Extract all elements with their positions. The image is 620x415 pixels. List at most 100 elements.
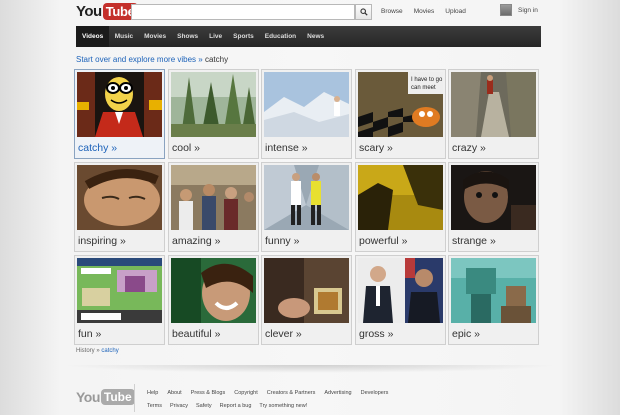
sign-in-link[interactable]: Sign in — [518, 7, 538, 14]
footer-links-row-2: Terms Privacy Safety Report a bug Try so… — [147, 403, 307, 409]
search-icon — [359, 8, 368, 16]
footer-link-developers[interactable]: Developers — [361, 390, 389, 396]
masthead: You Tube Browse Movies Upload Sign in — [0, 0, 620, 24]
dark-face-icon — [451, 165, 536, 230]
shadow-figure-icon — [358, 165, 443, 230]
footer-link-about[interactable]: About — [167, 390, 181, 396]
vibe-label-fun: fun » — [78, 328, 102, 340]
rocky-stairs-icon — [451, 72, 536, 137]
footer-link-terms[interactable]: Terms — [147, 403, 162, 409]
vibe-label-inspiring: inspiring » — [78, 235, 126, 247]
footer-youtube-logo[interactable]: You Tube — [76, 389, 135, 405]
footer-logo-tube-text: Tube — [100, 389, 135, 405]
snowy-mountain-icon — [264, 72, 349, 137]
thumbnail-cool — [171, 72, 256, 137]
footer-logo-you-text: You — [76, 389, 100, 405]
vibe-label-funny: funny » — [265, 235, 300, 247]
footer-divider — [60, 365, 560, 373]
thumbnail-intense — [264, 72, 349, 137]
vibe-label-cool: cool » — [172, 142, 201, 154]
upload-link[interactable]: Upload — [445, 8, 466, 15]
footer-link-report-bug[interactable]: Report a bug — [220, 403, 252, 409]
thumbnail-catchy — [77, 72, 162, 137]
vibe-tile-funny[interactable]: funny » — [261, 162, 352, 252]
vibe-tile-fun[interactable]: fun » — [74, 255, 165, 345]
tab-live[interactable]: Live — [204, 26, 228, 47]
vibe-label-catchy: catchy » — [78, 142, 118, 154]
face-closeup-icon — [77, 165, 162, 230]
vibe-tile-beautiful[interactable]: beautiful » — [168, 255, 259, 345]
footer-links-row-1: Help About Press & Blogs Copyright Creat… — [147, 390, 388, 396]
vibe-tile-gross[interactable]: gross » — [355, 255, 446, 345]
vibe-label-powerful: powerful » — [359, 235, 408, 247]
thumbnail-fun — [77, 258, 162, 323]
tab-news[interactable]: News — [302, 26, 330, 47]
vibe-label-clever: clever » — [265, 328, 302, 340]
tab-videos[interactable]: Videos — [76, 26, 110, 47]
footer-link-safety[interactable]: Safety — [196, 403, 212, 409]
pixel-game-icon — [77, 258, 162, 323]
thumbnail-powerful — [358, 165, 443, 230]
avatar[interactable] — [500, 4, 512, 16]
footer-link-privacy[interactable]: Privacy — [170, 403, 188, 409]
search-button[interactable] — [355, 4, 372, 20]
vibe-tile-scary[interactable]: I have to go can meet scary » — [355, 69, 446, 159]
breadcrumb-separator: » — [198, 55, 203, 64]
vibe-tile-powerful[interactable]: powerful » — [355, 162, 446, 252]
vibe-tile-intense[interactable]: intense » — [261, 69, 352, 159]
smiling-woman-icon — [171, 258, 256, 323]
movies-link[interactable]: Movies — [414, 8, 435, 15]
breadcrumb-current: catchy — [204, 55, 229, 64]
vibe-label-crazy: crazy » — [452, 142, 486, 154]
youtube-logo[interactable]: You Tube — [76, 2, 138, 20]
start-over-link[interactable]: Start over and explore more vibes — [76, 55, 196, 64]
svg-text:can meet: can meet — [411, 85, 436, 91]
vibe-tile-clever[interactable]: clever » — [261, 255, 352, 345]
vibe-tile-catchy[interactable]: catchy » — [74, 69, 165, 159]
history-separator: » — [96, 348, 100, 354]
footer-link-copyright[interactable]: Copyright — [234, 390, 258, 396]
vibe-tile-epic[interactable]: epic » — [448, 255, 539, 345]
search-input[interactable] — [131, 4, 355, 20]
footer-link-creators-partners[interactable]: Creators & Partners — [267, 390, 316, 396]
thumbnail-funny — [264, 165, 349, 230]
two-people-stage-icon — [264, 165, 349, 230]
breadcrumb: Start over and explore more vibes » catc… — [76, 55, 228, 64]
tab-education[interactable]: Education — [259, 26, 301, 47]
browse-link[interactable]: Browse — [381, 8, 403, 15]
footer-link-help[interactable]: Help — [147, 390, 158, 396]
blocky-figure-icon — [451, 258, 536, 323]
thumbnail-gross — [358, 258, 443, 323]
vibe-grid: catchy » cool » intense » I have to go c… — [74, 69, 540, 345]
footer-vertical-divider — [134, 384, 135, 412]
vibe-tile-strange[interactable]: strange » — [448, 162, 539, 252]
vibe-label-beautiful: beautiful » — [172, 328, 221, 340]
vibe-label-amazing: amazing » — [172, 235, 221, 247]
footer-link-advertising[interactable]: Advertising — [324, 390, 351, 396]
vibe-label-gross: gross » — [359, 328, 394, 340]
two-politicians-icon — [358, 258, 443, 323]
vibe-tile-cool[interactable]: cool » — [168, 69, 259, 159]
history-link[interactable]: History — [76, 348, 95, 354]
footer-link-press-blogs[interactable]: Press & Blogs — [191, 390, 226, 396]
tab-shows[interactable]: Shows — [172, 26, 204, 47]
hands-card-icon — [264, 258, 349, 323]
footer-link-try-something-new[interactable]: Try something new! — [259, 403, 307, 409]
thumbnail-amazing — [171, 165, 256, 230]
forest-trees-icon — [171, 72, 256, 137]
tab-sports[interactable]: Sports — [228, 26, 260, 47]
thumbnail-inspiring — [77, 165, 162, 230]
vibe-tile-inspiring[interactable]: inspiring » — [74, 162, 165, 252]
logo-you-text: You — [76, 2, 102, 20]
cartoon-checkerboard-icon: I have to go can meet — [358, 72, 443, 137]
tab-movies[interactable]: Movies — [139, 26, 172, 47]
vibe-tile-crazy[interactable]: crazy » — [448, 69, 539, 159]
category-nav: Videos Music Movies Shows Live Sports Ed… — [76, 26, 541, 47]
thumbnail-clever — [264, 258, 349, 323]
vibe-tile-amazing[interactable]: amazing » — [168, 162, 259, 252]
vibe-label-epic: epic » — [452, 328, 481, 340]
crowd-icon — [171, 165, 256, 230]
history-current-link[interactable]: catchy — [101, 348, 118, 354]
thumbnail-strange — [451, 165, 536, 230]
tab-music[interactable]: Music — [109, 26, 138, 47]
